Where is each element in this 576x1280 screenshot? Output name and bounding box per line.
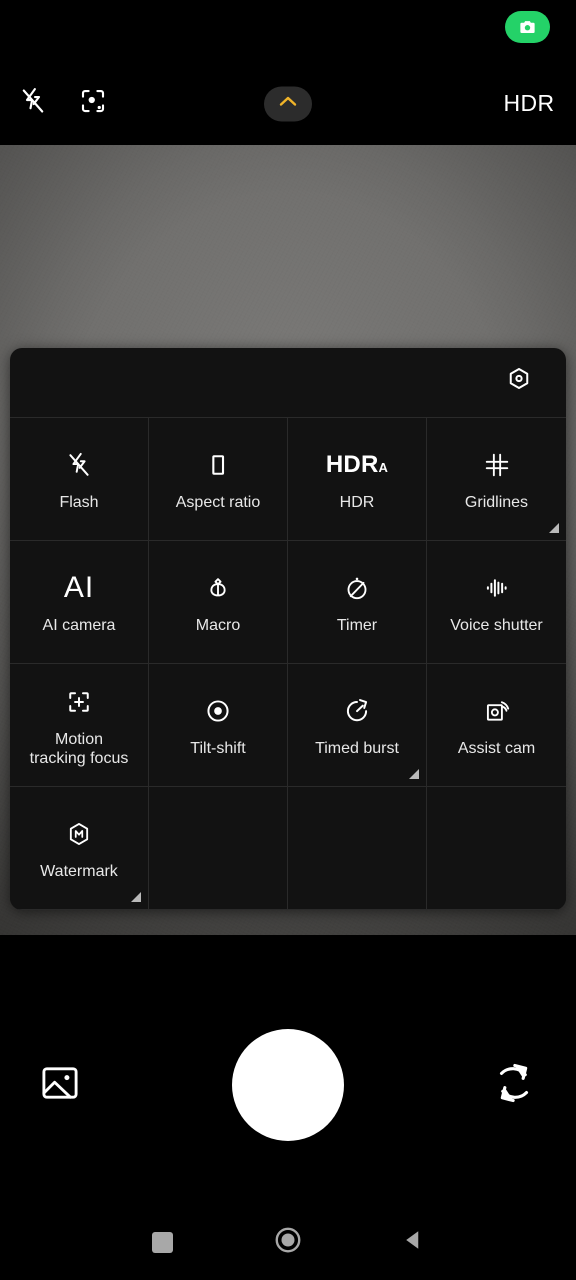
tile-label: Voice shutter: [450, 617, 543, 635]
flash-toggle-button[interactable]: [12, 83, 54, 125]
wireless-camera-icon: [483, 689, 511, 733]
camera-settings-panel: Flash Aspect ratio HDRA HDR Gridlines AI…: [10, 348, 566, 910]
gallery-button[interactable]: [36, 1061, 84, 1109]
tile-empty: [427, 787, 566, 910]
back-button[interactable]: [390, 1220, 436, 1266]
square-icon: [152, 1232, 174, 1253]
recents-button[interactable]: [140, 1220, 186, 1266]
chevron-up-icon: [276, 89, 300, 118]
expand-settings-button[interactable]: [264, 86, 312, 121]
camera-active-badge: [505, 11, 550, 43]
tile-label: Motion tracking focus: [29, 731, 129, 767]
tile-expand-corner-icon: [409, 769, 419, 779]
circle-icon: [273, 1225, 303, 1260]
ai-text-icon: AI: [64, 566, 94, 610]
settings-tile-grid: Flash Aspect ratio HDRA HDR Gridlines AI…: [10, 418, 566, 910]
tile-motion-tracking-focus[interactable]: Motion tracking focus: [10, 664, 149, 787]
rectangle-icon: [204, 443, 232, 487]
tile-expand-corner-icon: [131, 892, 141, 902]
tile-empty: [149, 787, 288, 910]
tile-watermark[interactable]: Watermark: [10, 787, 149, 910]
hdr-icon-text: HDR: [325, 451, 379, 479]
tile-flash[interactable]: Flash: [10, 418, 149, 541]
tile-aspect-ratio[interactable]: Aspect ratio: [149, 418, 288, 541]
camera-icon: [518, 18, 537, 37]
stopwatch-arrow-icon: [343, 689, 371, 733]
tile-tilt-shift[interactable]: Tilt-shift: [149, 664, 288, 787]
switch-camera-button[interactable]: [488, 1059, 540, 1111]
waveform-icon: [483, 566, 511, 610]
tile-hdr[interactable]: HDRA HDR: [288, 418, 427, 541]
tile-label: Timer: [336, 617, 378, 635]
tile-label: Watermark: [40, 863, 118, 881]
home-button[interactable]: [265, 1220, 311, 1266]
hdr-icon-sub: A: [378, 460, 389, 476]
camera-app-screen: HDR Flash Aspect ratio HDRA HDR Gridline…: [0, 0, 576, 1280]
tile-voice-shutter[interactable]: Voice shutter: [427, 541, 566, 664]
tile-label: AI camera: [42, 617, 116, 635]
tile-label: Aspect ratio: [175, 494, 261, 512]
tile-label: Tilt-shift: [190, 740, 246, 758]
hexagon-m-icon: [65, 812, 93, 856]
top-control-bar: HDR: [0, 62, 576, 145]
tile-ai-camera[interactable]: AI AI camera: [10, 541, 149, 664]
android-navigation-bar: [0, 1205, 576, 1280]
ai-icon-text: AI: [63, 571, 95, 605]
tile-macro[interactable]: Macro: [149, 541, 288, 664]
concentric-circle-icon: [204, 689, 232, 733]
hdr-auto-icon: HDRA: [326, 443, 388, 487]
tile-gridlines[interactable]: Gridlines: [427, 418, 566, 541]
tile-label: Timed burst: [315, 740, 399, 758]
flash-off-icon: [18, 86, 48, 121]
timer-off-icon: [343, 566, 371, 610]
ai-scene-detection-button[interactable]: [72, 83, 114, 125]
focus-scan-icon: [78, 86, 108, 121]
flash-off-icon: [65, 443, 93, 487]
tile-empty: [288, 787, 427, 910]
camera-flip-icon: [489, 1058, 539, 1113]
tile-expand-corner-icon: [549, 523, 559, 533]
tile-label: Gridlines: [464, 494, 529, 512]
hdr-toggle-button[interactable]: HDR: [494, 87, 564, 121]
settings-panel-header: [10, 348, 566, 418]
status-bar: [0, 0, 576, 62]
hdr-label: HDR: [503, 90, 555, 116]
tile-assist-cam[interactable]: Assist cam: [427, 664, 566, 787]
tile-timer[interactable]: Timer: [288, 541, 427, 664]
gridlines-icon: [483, 443, 511, 487]
triangle-left-icon: [399, 1226, 427, 1259]
tile-label: Macro: [195, 617, 241, 635]
tile-timed-burst[interactable]: Timed burst: [288, 664, 427, 787]
hexagon-settings-icon: [504, 365, 534, 400]
tile-label: Assist cam: [457, 740, 536, 758]
tile-label: Flash: [59, 494, 99, 512]
shutter-button[interactable]: [232, 1029, 344, 1141]
focus-plus-icon: [65, 680, 93, 724]
more-settings-button[interactable]: [498, 362, 540, 404]
tile-label: HDR: [339, 494, 375, 512]
flower-icon: [204, 566, 232, 610]
image-icon: [37, 1060, 83, 1111]
